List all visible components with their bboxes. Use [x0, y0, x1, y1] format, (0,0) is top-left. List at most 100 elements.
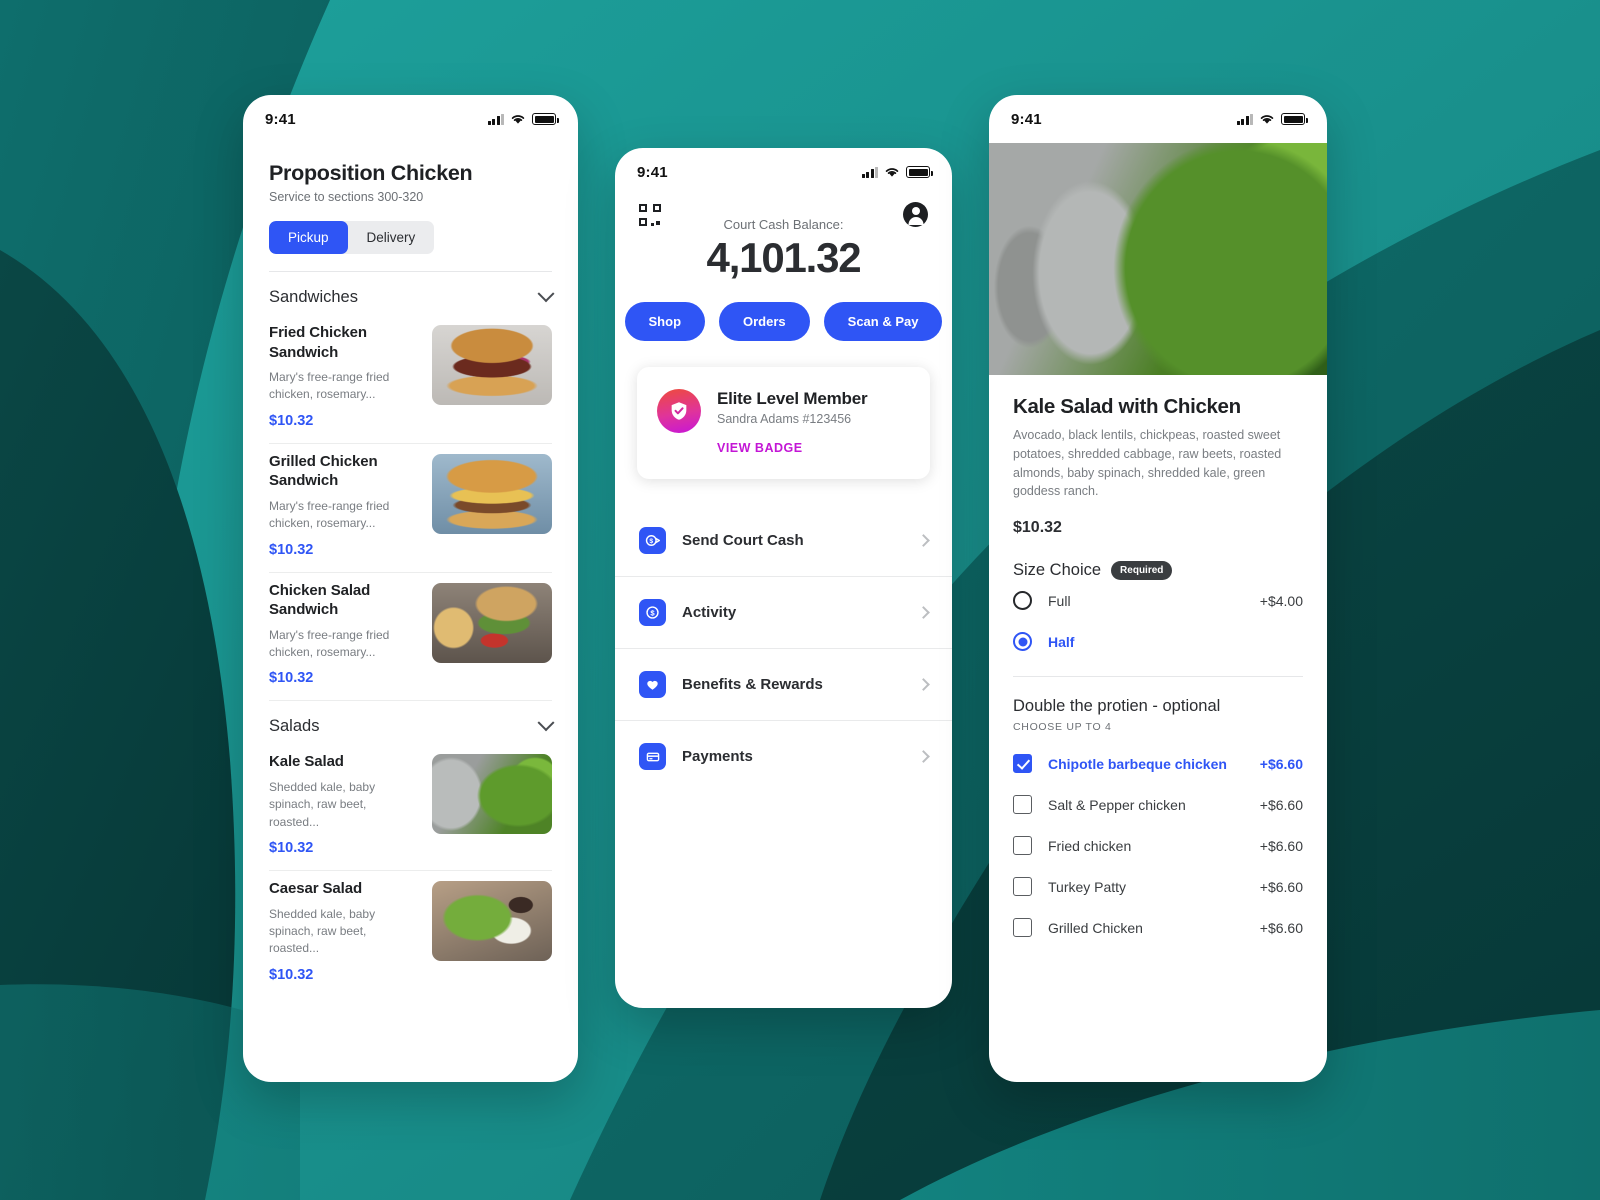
view-badge-link[interactable]: VIEW BADGE — [717, 441, 803, 455]
item-description: Mary's free-range fried chicken, rosemar… — [269, 370, 390, 402]
venue-subtitle: Service to sections 300-320 — [269, 190, 424, 204]
option-label: Chipotle barbeque chicken — [1048, 755, 1227, 772]
battery-full-icon — [532, 113, 559, 125]
item-price: $10.32 — [269, 840, 314, 857]
cellular-bars-icon — [1236, 113, 1253, 125]
menu-item[interactable]: Kale Salad Shedded kale, baby spinach, r… — [243, 744, 578, 870]
chevron-down-icon[interactable] — [537, 284, 555, 302]
dish-description: Avocado, black lentils, chickpeas, roast… — [1013, 428, 1282, 499]
shop-button[interactable]: Shop — [624, 302, 706, 341]
chevron-down-icon[interactable] — [537, 714, 555, 732]
chevron-right-icon[interactable] — [917, 606, 930, 619]
item-price: $10.32 — [269, 966, 314, 983]
scan-and-pay-button[interactable]: Scan & Pay — [823, 302, 943, 341]
radio-unchecked-icon[interactable] — [1013, 591, 1032, 610]
category-header-salads[interactable]: Salads — [243, 701, 578, 744]
checkbox-unchecked-icon[interactable] — [1013, 877, 1032, 896]
dish-title: Kale Salad with Chicken — [1013, 395, 1241, 418]
protein-group-subtitle: CHOOSE UP TO 4 — [1013, 721, 1112, 733]
option-price: +$6.60 — [1259, 755, 1303, 772]
balance-amount: 4,101.32 — [706, 234, 862, 281]
phone-menu-screen: 9:41 Proposition Chicken Service to sect… — [243, 95, 578, 1082]
item-thumbnail — [432, 582, 552, 663]
menu-row-payments[interactable]: Payments — [615, 720, 952, 792]
item-thumbnail — [432, 453, 552, 534]
menu-item[interactable]: Grilled Chicken Sandwich Mary's free-ran… — [243, 444, 578, 572]
tab-pickup[interactable]: Pickup — [269, 221, 348, 254]
protein-options-list: Chipotle barbeque chicken +$6.60 Salt & … — [1013, 743, 1303, 948]
fulfillment-segmented-control[interactable]: Pickup Delivery — [269, 221, 435, 254]
protein-option-grilled-chicken[interactable]: Grilled Chicken +$6.60 — [1013, 907, 1303, 948]
chevron-right-icon[interactable] — [917, 750, 930, 763]
balance-label: Court Cash Balance: — [723, 217, 844, 232]
wallet-header: Court Cash Balance: 4,101.32 — [615, 196, 952, 282]
menu-row-send-court-cash[interactable]: $ Send Court Cash — [615, 505, 952, 576]
protein-option-chipotle-barbeque-chicken[interactable]: Chipotle barbeque chicken +$6.60 — [1013, 743, 1303, 784]
credit-card-icon — [639, 743, 666, 770]
option-label: Turkey Patty — [1048, 878, 1127, 895]
checkbox-unchecked-icon[interactable] — [1013, 795, 1032, 814]
checkbox-checked-icon[interactable] — [1013, 754, 1032, 773]
tab-delivery[interactable]: Delivery — [348, 221, 435, 254]
item-price: $10.32 — [269, 670, 314, 687]
item-thumbnail — [432, 325, 552, 405]
venue-header: Proposition Chicken Service to sections … — [243, 143, 578, 254]
divider — [1013, 676, 1303, 677]
option-price: +$6.60 — [1259, 837, 1303, 854]
protein-option-salt-pepper-chicken[interactable]: Salt & Pepper chicken +$6.60 — [1013, 784, 1303, 825]
item-description: Mary's free-range fried chicken, rosemar… — [269, 498, 390, 531]
option-label: Half — [1048, 633, 1075, 650]
status-time: 9:41 — [265, 110, 296, 128]
option-label: Grilled Chicken — [1048, 919, 1143, 936]
radio-checked-icon[interactable] — [1013, 632, 1032, 651]
dollar-send-icon: $ — [639, 527, 666, 554]
cellular-bars-icon — [487, 113, 504, 125]
qr-code-icon[interactable] — [639, 203, 661, 226]
option-label: Fried chicken — [1048, 837, 1132, 854]
menu-item[interactable]: Chicken Salad Sandwich Mary's free-range… — [243, 573, 578, 701]
option-price: +$6.60 — [1259, 919, 1303, 936]
category-header-sandwiches[interactable]: Sandwiches — [243, 272, 578, 315]
member-title: Elite Level Member — [717, 389, 868, 408]
chevron-right-icon[interactable] — [917, 534, 930, 547]
page-title: Proposition Chicken — [269, 161, 473, 185]
protein-option-fried-chicken[interactable]: Fried chicken +$6.60 — [1013, 825, 1303, 866]
checkbox-unchecked-icon[interactable] — [1013, 918, 1032, 937]
svg-text:$: $ — [650, 608, 655, 617]
item-name: Fried Chicken Sandwich — [269, 324, 367, 361]
cellular-bars-icon — [861, 166, 878, 178]
member-card[interactable]: Elite Level Member Sandra Adams #123456 … — [637, 367, 930, 479]
dollar-circle-icon: $ — [639, 599, 666, 626]
menu-row-activity[interactable]: $ Activity — [615, 576, 952, 648]
protein-option-turkey-patty[interactable]: Turkey Patty +$6.60 — [1013, 866, 1303, 907]
option-price: +$6.60 — [1259, 878, 1303, 895]
status-time: 9:41 — [1011, 110, 1042, 128]
required-badge: Required — [1111, 561, 1173, 580]
menu-item[interactable]: Caesar Salad Shedded kale, baby spinach,… — [243, 871, 578, 997]
item-description: Mary's free-range fried chicken, rosemar… — [269, 627, 390, 659]
dish-hero-image — [989, 143, 1327, 375]
size-choice-header: Size Choice Required — [1013, 561, 1303, 580]
wifi-icon — [511, 115, 525, 124]
menu-row-label: Activity — [682, 604, 737, 621]
checkbox-unchecked-icon[interactable] — [1013, 836, 1032, 855]
item-price: $10.32 — [269, 541, 314, 558]
phone-item-detail-screen: 9:41 Kale Salad with Chicken Avocado, bl… — [989, 95, 1327, 1082]
option-price: +$4.00 — [1259, 592, 1303, 609]
chevron-right-icon[interactable] — [917, 678, 930, 691]
protein-group-title: Double the protien - optional — [1013, 697, 1221, 715]
phone-wallet-screen: 9:41 Court Cash Balance: 4,101.32 Shop O… — [615, 148, 952, 1008]
size-option-half[interactable]: Half — [1013, 621, 1303, 662]
menu-row-benefits-rewards[interactable]: Benefits & Rewards — [615, 648, 952, 720]
category-label: Salads — [269, 717, 320, 736]
account-circle-icon[interactable] — [903, 202, 928, 227]
item-name: Caesar Salad — [269, 880, 363, 898]
status-time: 9:41 — [637, 163, 668, 181]
size-option-full[interactable]: Full +$4.00 — [1013, 580, 1303, 621]
category-label: Sandwiches — [269, 288, 358, 306]
menu-item[interactable]: Fried Chicken Sandwich Mary's free-range… — [243, 315, 578, 443]
item-thumbnail — [432, 881, 552, 962]
battery-full-icon — [906, 166, 933, 178]
orders-button[interactable]: Orders — [719, 302, 810, 341]
option-price: +$6.60 — [1259, 796, 1303, 813]
